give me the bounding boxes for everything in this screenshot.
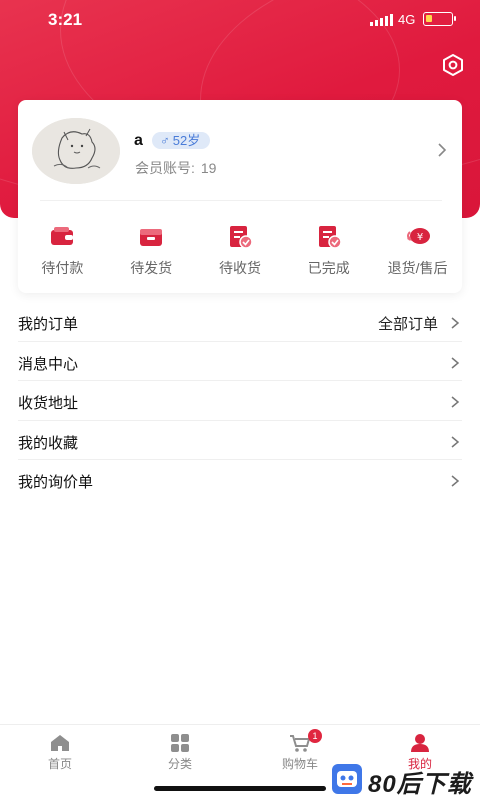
menu-item-label: 我的收藏 (18, 434, 79, 452)
menu-item-favorites[interactable]: 我的收藏 (18, 421, 462, 460)
card-divider (40, 200, 442, 201)
signal-icon (370, 14, 393, 26)
menu-item-label: 我的询价单 (18, 474, 94, 491)
home-icon (51, 735, 69, 751)
svg-text:¥: ¥ (416, 232, 422, 243)
watermark-text: 80后下载 (368, 771, 472, 798)
order-status-completed[interactable]: 已完成 (284, 220, 373, 280)
chevron-right-icon (451, 435, 460, 448)
user-icon (411, 734, 429, 752)
grid-icon (171, 734, 189, 752)
chevron-right-icon (438, 143, 447, 157)
chevron-right-icon (451, 396, 460, 408)
cart-count-badge: 1 (308, 729, 322, 743)
order-status-label: 退货/售后 (387, 260, 448, 276)
refund-icon: ¥ (406, 228, 430, 244)
status-time: 3:21 (48, 10, 83, 29)
member-account: 会员账号: 19 (135, 158, 216, 178)
username: a (134, 132, 143, 149)
avatar-sketch-image (32, 118, 120, 184)
battery-icon (423, 12, 456, 26)
tab-home[interactable]: 首页 (0, 725, 120, 775)
tab-label: 首页 (47, 757, 72, 771)
menu-item-inquiries[interactable]: 我的询价单 (18, 460, 462, 500)
receipt-done-icon (318, 226, 342, 249)
profile-card: a ♂ 52岁 会员账号: 19 待付款 待发货 待收货 已完成 ¥ 退货/售后 (18, 100, 462, 293)
watermark-logo-icon (332, 764, 362, 794)
menu-item-label: 收货地址 (18, 395, 79, 412)
menu-item-label: 我的订单 (18, 316, 79, 333)
status-bar: 3:21 4G (0, 0, 480, 40)
order-status-refund[interactable]: ¥ 退货/售后 (373, 220, 462, 280)
watermark: 80后下载 (330, 762, 480, 798)
male-gender-icon: ♂ (160, 133, 170, 148)
wallet-icon (51, 227, 74, 245)
chevron-right-icon (451, 317, 460, 329)
profile-detail-button[interactable] (436, 140, 448, 160)
order-status-label: 待收货 (218, 260, 261, 276)
menu-list: 我的订单 全部订单 消息中心 收货地址 我的收藏 我的询价单 (18, 302, 462, 500)
member-account-label: 会员账号: (135, 160, 195, 176)
age-text: 52岁 (172, 133, 201, 148)
menu-item-addresses[interactable]: 收货地址 (18, 381, 462, 421)
order-status-label: 待付款 (41, 260, 84, 276)
box-icon (140, 229, 163, 246)
chevron-right-icon (451, 475, 460, 487)
all-orders-link[interactable]: 全部订单 (378, 313, 438, 334)
order-status-row: 待付款 待发货 待收货 已完成 ¥ 退货/售后 (18, 220, 462, 280)
chevron-right-icon (451, 356, 460, 369)
order-status-pending-payment[interactable]: 待付款 (18, 220, 107, 280)
order-status-label: 待发货 (130, 260, 173, 276)
order-status-pending-shipment[interactable]: 待发货 (107, 220, 196, 280)
settings-button[interactable] (440, 52, 466, 78)
settings-hexagon-icon (443, 54, 463, 76)
age-badge: ♂ 52岁 (152, 132, 211, 149)
network-type: 4G (398, 12, 416, 27)
menu-item-label: 消息中心 (18, 355, 79, 373)
receipt-check-icon (229, 226, 253, 249)
avatar[interactable] (32, 118, 120, 184)
menu-item-my-orders[interactable]: 我的订单 全部订单 (18, 302, 462, 342)
tab-category[interactable]: 分类 (120, 725, 240, 775)
robot-face-icon (337, 771, 357, 787)
menu-item-messages[interactable]: 消息中心 (18, 342, 462, 381)
order-status-pending-receipt[interactable]: 待收货 (196, 220, 285, 280)
tab-label: 分类 (167, 757, 192, 771)
order-status-label: 已完成 (307, 260, 350, 276)
home-indicator (154, 786, 326, 791)
member-account-value: 19 (200, 160, 217, 176)
